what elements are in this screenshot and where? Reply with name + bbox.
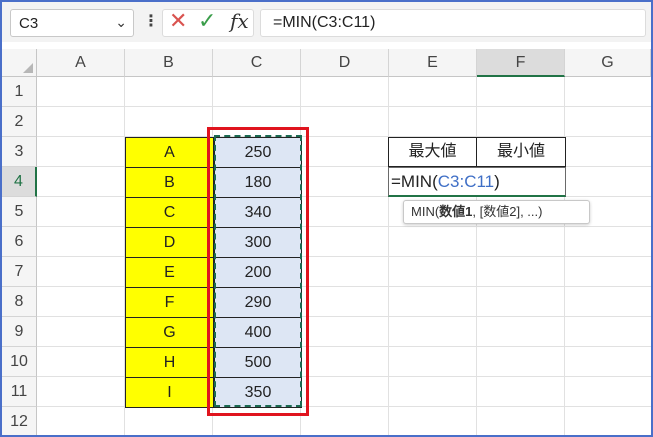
column-header-d[interactable]: D — [301, 49, 389, 77]
row-header-2[interactable]: 2 — [2, 107, 37, 137]
row-header-3[interactable]: 3 — [2, 137, 37, 167]
row-header-7[interactable]: 7 — [2, 257, 37, 287]
check-icon[interactable]: ✓ — [198, 8, 216, 34]
chevron-down-icon[interactable]: ⌄ — [115, 14, 127, 31]
label-cell[interactable]: H — [125, 347, 214, 378]
active-argument: 数値1 — [439, 204, 473, 219]
editing-formula: =MIN(C3:C11) — [391, 172, 500, 191]
label-cell[interactable]: D — [125, 227, 214, 258]
formula-text: =MIN(C3:C11) — [273, 14, 376, 31]
column-header-g[interactable]: G — [565, 49, 651, 77]
label-cell[interactable]: G — [125, 317, 214, 348]
row-header-1[interactable]: 1 — [2, 77, 37, 107]
column-header-f[interactable]: F — [477, 49, 565, 77]
label-cell[interactable]: B — [125, 167, 214, 198]
formula-bar: C3 ⌄ ⋮ ✕ ✓ fx =MIN(C3:C11) — [2, 2, 651, 42]
label-cell[interactable]: I — [125, 377, 214, 408]
column-header-a[interactable]: A — [37, 49, 125, 77]
label-cell[interactable]: F — [125, 287, 214, 318]
row-header-5[interactable]: 5 — [2, 197, 37, 227]
insert-function-button[interactable]: fx — [230, 9, 249, 33]
row-header-12[interactable]: 12 — [2, 407, 37, 435]
name-box[interactable]: C3 ⌄ — [10, 9, 134, 37]
label-cell[interactable]: E — [125, 257, 214, 288]
label-cell[interactable]: A — [125, 137, 214, 168]
highlight-box — [207, 127, 309, 416]
row-header-8[interactable]: 8 — [2, 287, 37, 317]
range-reference: C3:C11 — [437, 172, 495, 191]
column-header-e[interactable]: E — [389, 49, 477, 77]
more-options-icon[interactable]: ⋮ — [143, 11, 159, 31]
label-cell[interactable]: C — [125, 197, 214, 228]
editing-cell-e4[interactable]: =MIN(C3:C11) — [388, 167, 566, 197]
column-header-c[interactable]: C — [213, 49, 301, 77]
row-header-6[interactable]: 6 — [2, 227, 37, 257]
function-tooltip[interactable]: MIN(数値1, [数値2], ...) — [403, 200, 590, 224]
spreadsheet-window: C3 ⌄ ⋮ ✕ ✓ fx =MIN(C3:C11) ABCDEFG 12345… — [0, 0, 653, 437]
row-header-9[interactable]: 9 — [2, 317, 37, 347]
x-icon[interactable]: ✕ — [169, 8, 187, 34]
row-header-4[interactable]: 4 — [2, 167, 37, 197]
column-header-b[interactable]: B — [125, 49, 213, 77]
row-header-11[interactable]: 11 — [2, 377, 37, 407]
row-header-10[interactable]: 10 — [2, 347, 37, 377]
formula-input[interactable]: =MIN(C3:C11) — [260, 9, 646, 37]
name-box-value: C3 — [19, 15, 39, 32]
select-all-corner[interactable] — [2, 49, 37, 77]
header-min-cell[interactable]: 最小値 — [476, 137, 566, 167]
header-max-cell[interactable]: 最大値 — [388, 137, 477, 167]
